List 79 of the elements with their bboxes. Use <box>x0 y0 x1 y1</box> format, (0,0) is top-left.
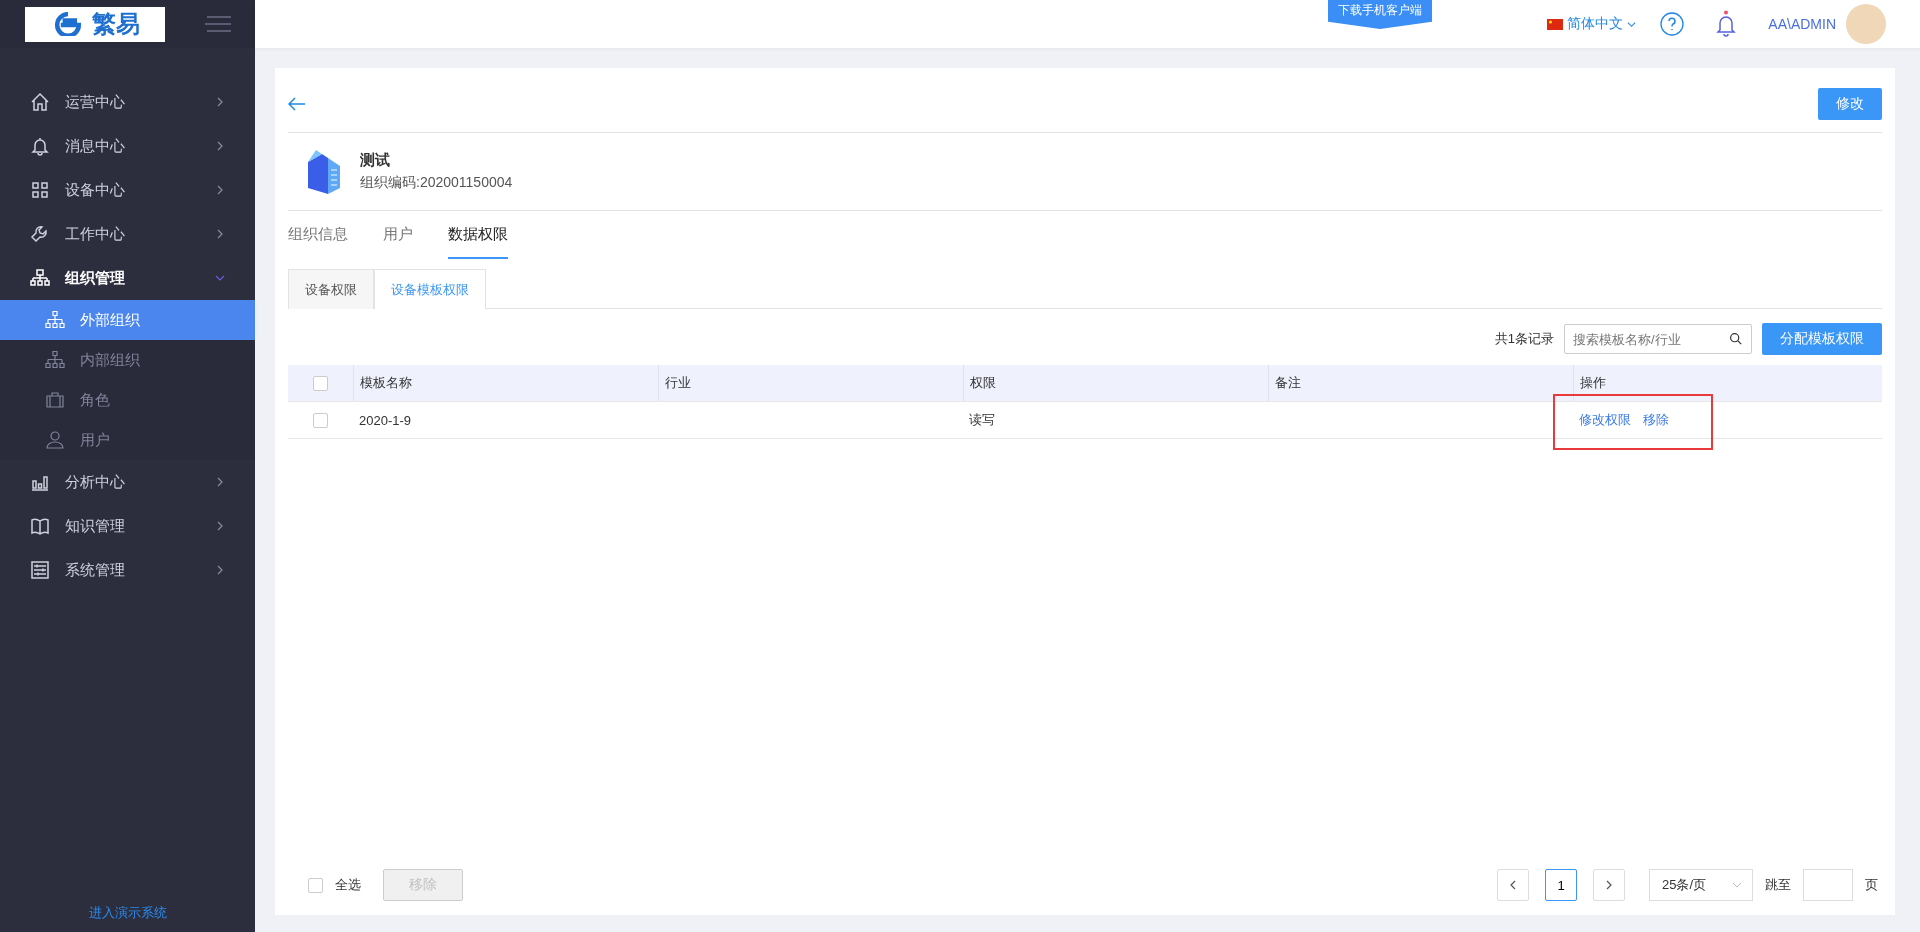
column-header: 行业 <box>658 365 963 401</box>
column-header: 操作 <box>1573 365 1882 401</box>
org-icon <box>45 310 65 330</box>
org-icon <box>45 350 65 370</box>
flag-icon <box>1547 18 1564 30</box>
avatar[interactable] <box>1846 4 1886 44</box>
chevron-down-icon <box>1627 19 1637 29</box>
case-icon <box>45 390 65 410</box>
notification-bell-icon[interactable] <box>1714 10 1739 38</box>
tab[interactable]: 用户 <box>383 211 413 259</box>
next-page-button[interactable] <box>1593 869 1625 901</box>
chevron-right-icon <box>215 477 225 487</box>
download-app-banner[interactable]: 下载手机客户端 <box>1328 0 1432 29</box>
table-cell: 读写 <box>969 411 995 429</box>
sidebar-subitem[interactable]: 内部组织 <box>0 340 255 380</box>
search-field[interactable]: 搜索模板名称/行业 <box>1564 324 1752 354</box>
sidebar-item[interactable]: 消息中心 <box>0 124 255 168</box>
book-icon <box>30 516 50 536</box>
sidebar-item[interactable]: 设备中心 <box>0 168 255 212</box>
chevron-right-icon <box>1604 880 1614 890</box>
sidebar-item[interactable]: 知识管理 <box>0 504 255 548</box>
menu-icon[interactable] <box>205 16 231 32</box>
tab[interactable]: 数据权限 <box>448 211 508 259</box>
subtab[interactable]: 设备模板权限 <box>374 269 486 309</box>
bell-icon <box>30 136 50 156</box>
action-link[interactable]: 移除 <box>1643 411 1669 429</box>
action-link[interactable]: 修改权限 <box>1579 411 1631 429</box>
settings-icon <box>30 560 50 580</box>
sidebar-item[interactable]: 组织管理 <box>0 256 255 300</box>
column-header: 模板名称 <box>353 365 658 401</box>
edit-button[interactable]: 修改 <box>1818 88 1882 120</box>
sidebar-subitem[interactable]: 角色 <box>0 380 255 420</box>
chevron-right-icon <box>215 229 225 239</box>
page-suffix: 页 <box>1865 876 1878 894</box>
user-icon <box>45 430 65 450</box>
chevron-right-icon <box>215 565 225 575</box>
chevron-right-icon <box>215 97 225 107</box>
assign-template-permission-button[interactable]: 分配模板权限 <box>1762 323 1882 355</box>
back-arrow-icon[interactable] <box>288 97 306 111</box>
column-header: 备注 <box>1268 365 1573 401</box>
tab[interactable]: 组织信息 <box>288 211 348 259</box>
page-input[interactable] <box>1803 869 1853 901</box>
org-code: 组织编码:202001150004 <box>360 174 513 192</box>
jump-label: 跳至 <box>1765 876 1791 894</box>
chevron-down-icon <box>1732 880 1742 890</box>
chevron-right-icon <box>215 185 225 195</box>
org-icon <box>30 268 50 288</box>
home-icon <box>30 92 50 112</box>
chevron-left-icon <box>1508 880 1518 890</box>
checkbox[interactable] <box>313 412 328 428</box>
record-count: 共1条记录 <box>1494 330 1554 348</box>
column-header: 权限 <box>963 365 1268 401</box>
search-icon[interactable] <box>1729 332 1742 345</box>
sidebar-subitem[interactable]: 用户 <box>0 420 255 460</box>
sidebar-item[interactable]: 系统管理 <box>0 548 255 592</box>
building-icon <box>306 147 342 196</box>
wrench-icon <box>30 224 50 244</box>
help-icon[interactable] <box>1660 12 1685 36</box>
chevron-right-icon <box>215 141 225 151</box>
chevron-down-icon <box>215 273 225 283</box>
select-all-checkbox[interactable] <box>308 877 323 893</box>
chevron-right-icon <box>215 521 225 531</box>
language-selector[interactable]: 简体中文 <box>1547 15 1637 33</box>
subtab[interactable]: 设备权限 <box>288 269 374 309</box>
checkbox[interactable] <box>313 375 328 391</box>
sidebar-item[interactable]: 工作中心 <box>0 212 255 256</box>
previous-page-button[interactable] <box>1497 869 1529 901</box>
sidebar-item[interactable]: 分析中心 <box>0 460 255 504</box>
page-button[interactable]: 1 <box>1545 869 1577 901</box>
grid-icon <box>30 180 50 200</box>
select-all-label: 全选 <box>335 876 361 894</box>
logo[interactable]: 繁易 <box>25 6 165 42</box>
org-name: 测试 <box>360 151 391 170</box>
demo-system-link[interactable]: 进入演示系统 <box>0 904 255 932</box>
user-name[interactable]: AA\ADMIN <box>1768 16 1836 32</box>
page-size-select[interactable]: 25条/页 <box>1649 869 1753 901</box>
sidebar-item[interactable]: 运营中心 <box>0 80 255 124</box>
sidebar-subitem[interactable]: 外部组织 <box>0 300 255 340</box>
table-cell: 2020-1-9 <box>359 412 412 428</box>
